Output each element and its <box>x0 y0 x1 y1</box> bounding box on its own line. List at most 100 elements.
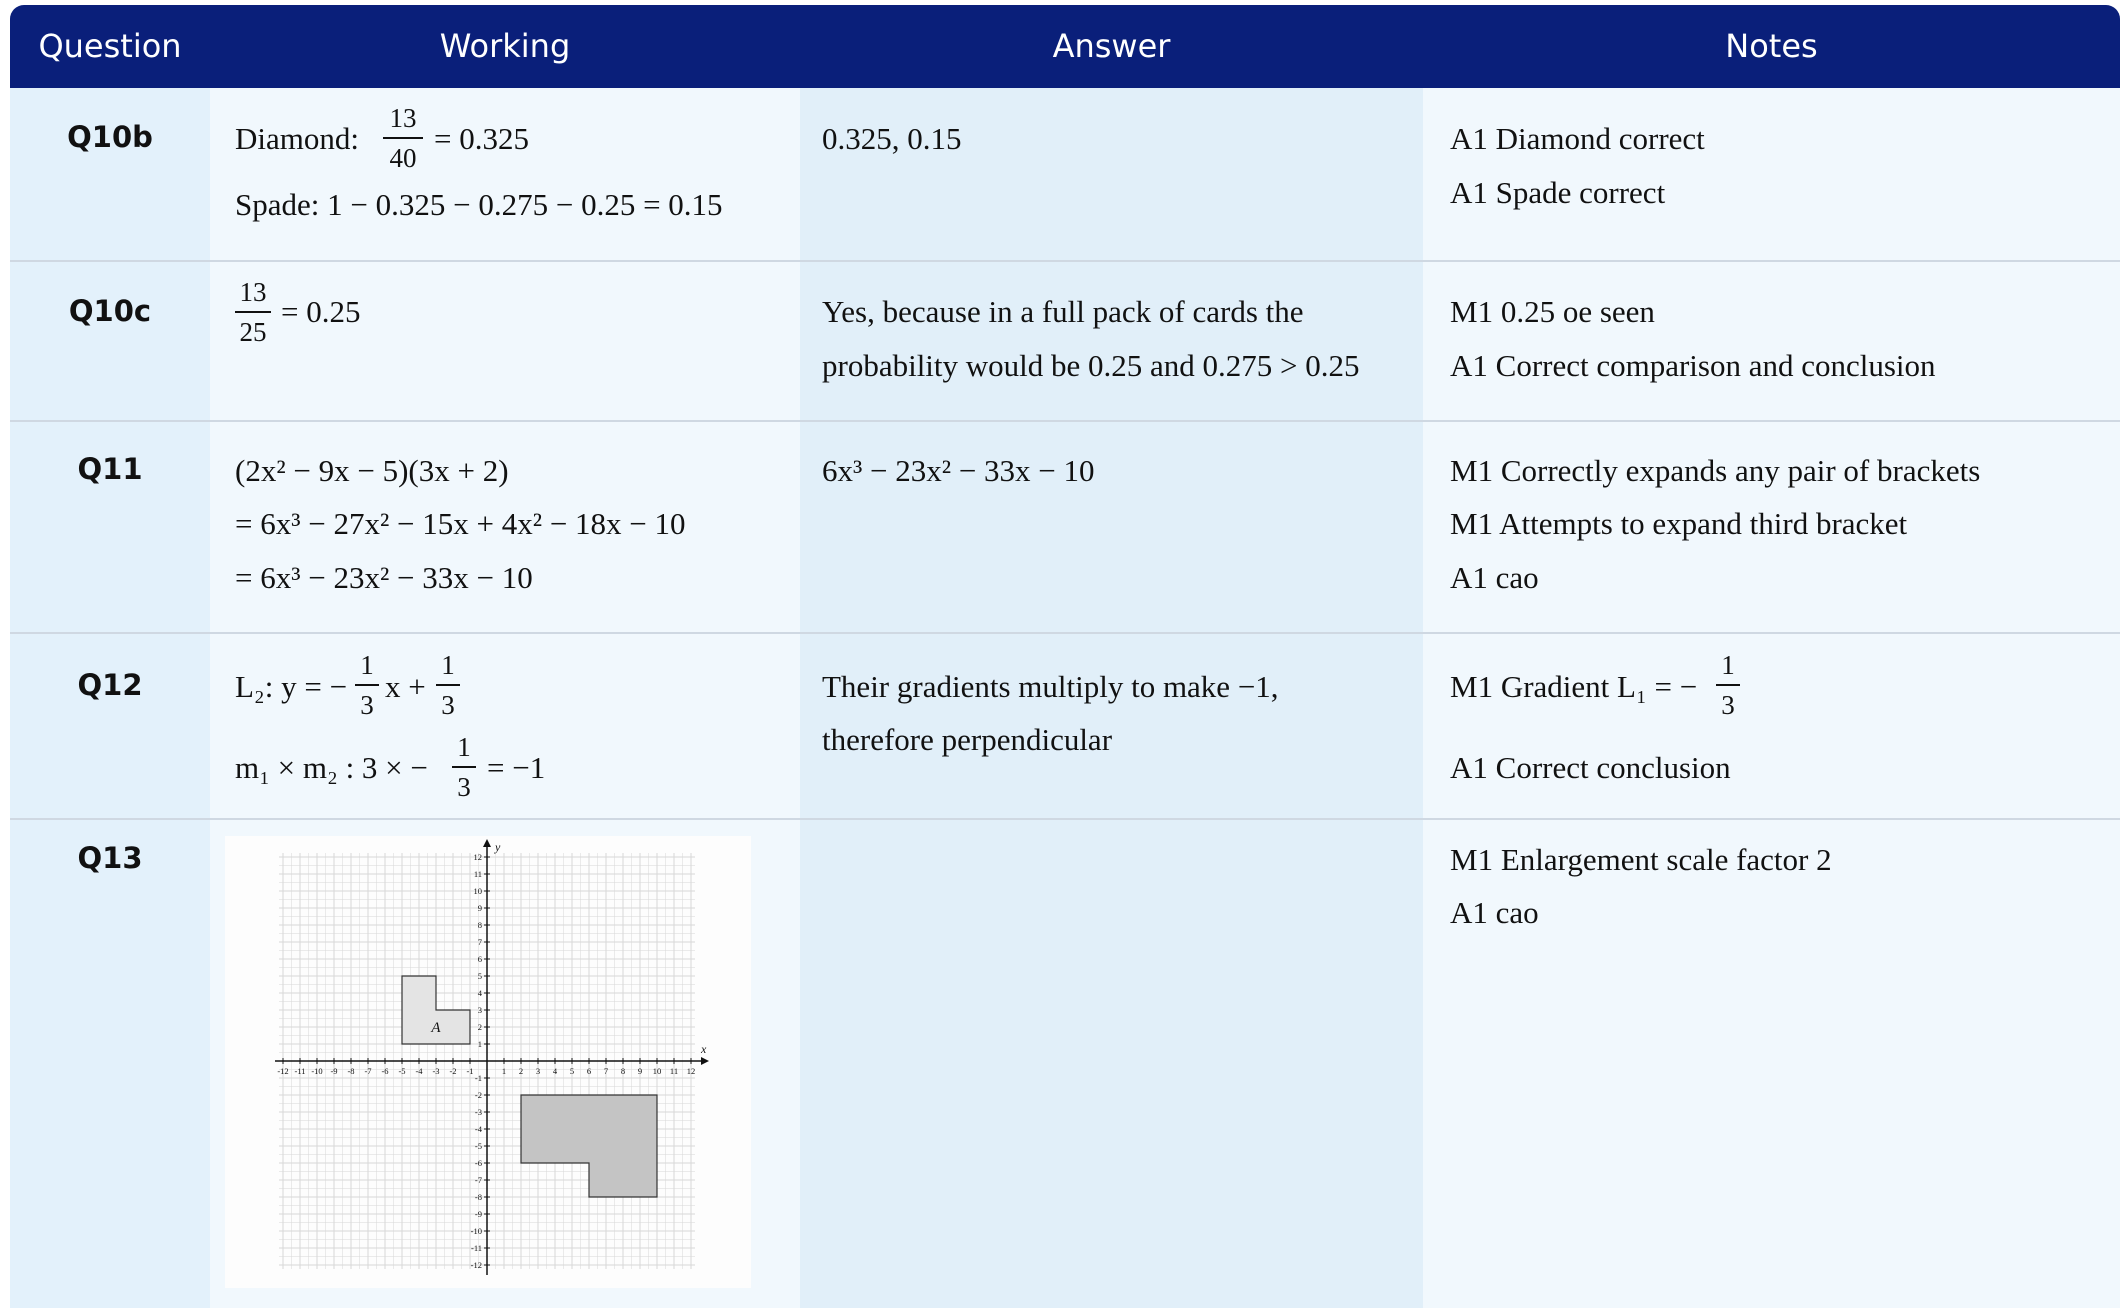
working-line: m₁ × m₂ : 3 × − <box>235 750 428 785</box>
y-tick-label: -1 <box>475 1073 482 1083</box>
y-tick-label: -2 <box>475 1090 482 1100</box>
x-tick-label: 12 <box>687 1066 696 1076</box>
note-line: M1 Gradient L₁ = − <box>1450 669 1698 704</box>
fraction: 13 40 <box>383 100 423 176</box>
note-line: M1 0.25 oe seen <box>1450 294 1655 329</box>
coordinate-grid: -12 -12 -11 -11 -10 -10 -9 -9 -8 -8 -7 -7 -6 -6 -5 -5 -4… <box>225 836 751 1288</box>
y-tick-label: 3 <box>478 1005 482 1015</box>
y-tick-label: 8 <box>478 920 482 930</box>
y-tick-label: 7 <box>478 937 482 947</box>
y-tick-label: -7 <box>475 1175 482 1185</box>
x-tick-label: 2 <box>519 1066 523 1076</box>
x-tick-label: -5 <box>398 1066 405 1076</box>
y-tick-label: -9 <box>475 1209 482 1219</box>
x-tick-label: -8 <box>347 1066 354 1076</box>
grid-svg: -12-12-11-11-10-10-9-9-8-8-7-7-6-6-5-5-4… <box>275 839 709 1275</box>
fraction-numerator: 1 <box>360 650 374 680</box>
x-tick-label: -9 <box>330 1066 337 1076</box>
x-tick-label: 6 <box>587 1066 591 1076</box>
row-divider <box>10 260 2120 262</box>
y-tick-label: 6 <box>478 954 482 964</box>
x-tick-label: -1 <box>466 1066 473 1076</box>
x-tick-label: 4 <box>553 1066 558 1076</box>
y-tick-label: 12 <box>474 852 483 862</box>
fraction-denominator: 3 <box>457 772 471 802</box>
x-tick-label: -10 <box>311 1066 322 1076</box>
enlarged-shape <box>520 1094 658 1198</box>
y-tick-label: 5 <box>478 971 482 981</box>
answer-line: 6x³ − 23x² − 33x − 10 <box>822 453 1095 488</box>
note-line: A1 Spade correct <box>1450 175 1666 210</box>
fraction-denominator: 40 <box>389 143 417 173</box>
question-label: Q10b <box>67 120 153 154</box>
note-line: M1 Attempts to expand third bracket <box>1450 506 1908 541</box>
y-tick-label: -8 <box>475 1192 482 1202</box>
working-line: (2x² − 9x − 5)(3x + 2) <box>235 453 509 488</box>
working-line: = 6x³ − 27x² − 15x + 4x² − 18x − 10 <box>235 506 686 541</box>
fraction-numerator: 13 <box>239 277 267 307</box>
shape-a-label: A <box>430 1020 441 1036</box>
x-tick-label: 8 <box>621 1066 625 1076</box>
note-line: A1 Diamond correct <box>1450 121 1705 156</box>
answer-line: Their gradients multiply to make −1, <box>822 669 1279 704</box>
working-line: = −1 <box>487 750 546 785</box>
working-line: = 0.325 <box>434 121 529 156</box>
fraction-denominator: 25 <box>239 317 267 347</box>
y-axis-arrow <box>483 839 491 847</box>
note-line: A1 Correct conclusion <box>1450 750 1731 785</box>
answer-line: probability would be 0.25 and 0.275 > 0.… <box>822 348 1360 383</box>
working-line: Diamond: <box>235 121 359 156</box>
y-tick-label: -10 <box>471 1226 482 1236</box>
answer-line: therefore perpendicular <box>822 722 1113 757</box>
x-tick-label: -12 <box>277 1066 288 1076</box>
fraction-numerator: 1 <box>457 732 471 762</box>
x-tick-label: 9 <box>638 1066 642 1076</box>
y-tick-label: 11 <box>474 869 482 879</box>
answer-line: 0.325, 0.15 <box>822 121 962 156</box>
fraction-bar <box>1716 684 1740 686</box>
x-tick-label: -11 <box>294 1066 305 1076</box>
fraction-denominator: 3 <box>441 690 455 720</box>
working-line: L₂: y = − <box>235 669 348 704</box>
x-tick-label: 10 <box>653 1066 662 1076</box>
x-tick-label: 5 <box>570 1066 574 1076</box>
x-tick-label: -7 <box>364 1066 371 1076</box>
question-label: Q11 <box>77 452 143 486</box>
x-tick-label: -4 <box>415 1066 423 1076</box>
fraction: 13 25 <box>235 274 271 350</box>
header-answer: Answer <box>1052 27 1171 65</box>
question-label: Q12 <box>77 668 143 702</box>
fraction-bar <box>235 311 271 313</box>
row-divider <box>10 818 2120 820</box>
fraction-bar <box>355 684 379 686</box>
y-tick-label: -11 <box>471 1243 482 1253</box>
note-line: M1 Enlargement scale factor 2 <box>1450 842 1832 877</box>
fraction: 1 3 <box>355 647 379 723</box>
x-tick-label: 1 <box>502 1066 506 1076</box>
header-notes: Notes <box>1725 27 1818 65</box>
working-line: x + <box>385 669 426 704</box>
header-question: Question <box>38 27 182 65</box>
y-tick-label: 1 <box>478 1039 482 1049</box>
x-tick-label: 11 <box>670 1066 678 1076</box>
y-tick-label: -4 <box>475 1124 483 1134</box>
x-tick-label: 7 <box>604 1066 608 1076</box>
working-line: Spade: 1 − 0.325 − 0.275 − 0.25 = 0.15 <box>235 187 723 222</box>
note-line: M1 Correctly expands any pair of bracket… <box>1450 453 1981 488</box>
fraction-denominator: 3 <box>1721 690 1735 720</box>
x-tick-label: -3 <box>432 1066 439 1076</box>
fraction-numerator: 1 <box>1721 650 1735 680</box>
fraction: 1 3 <box>1716 647 1740 723</box>
header-working: Working <box>439 27 571 65</box>
note-line: A1 cao <box>1450 560 1539 595</box>
question-label: Q13 <box>77 841 143 875</box>
fraction-numerator: 13 <box>389 103 417 133</box>
y-tick-label: -12 <box>471 1260 482 1270</box>
x-tick-label: 3 <box>536 1066 540 1076</box>
row-divider <box>10 420 2120 422</box>
y-tick-label: 2 <box>478 1022 482 1032</box>
y-tick-label: -5 <box>475 1141 482 1151</box>
y-axis-label: y <box>494 840 501 854</box>
fraction-numerator: 1 <box>441 650 455 680</box>
x-tick-label: -2 <box>449 1066 456 1076</box>
